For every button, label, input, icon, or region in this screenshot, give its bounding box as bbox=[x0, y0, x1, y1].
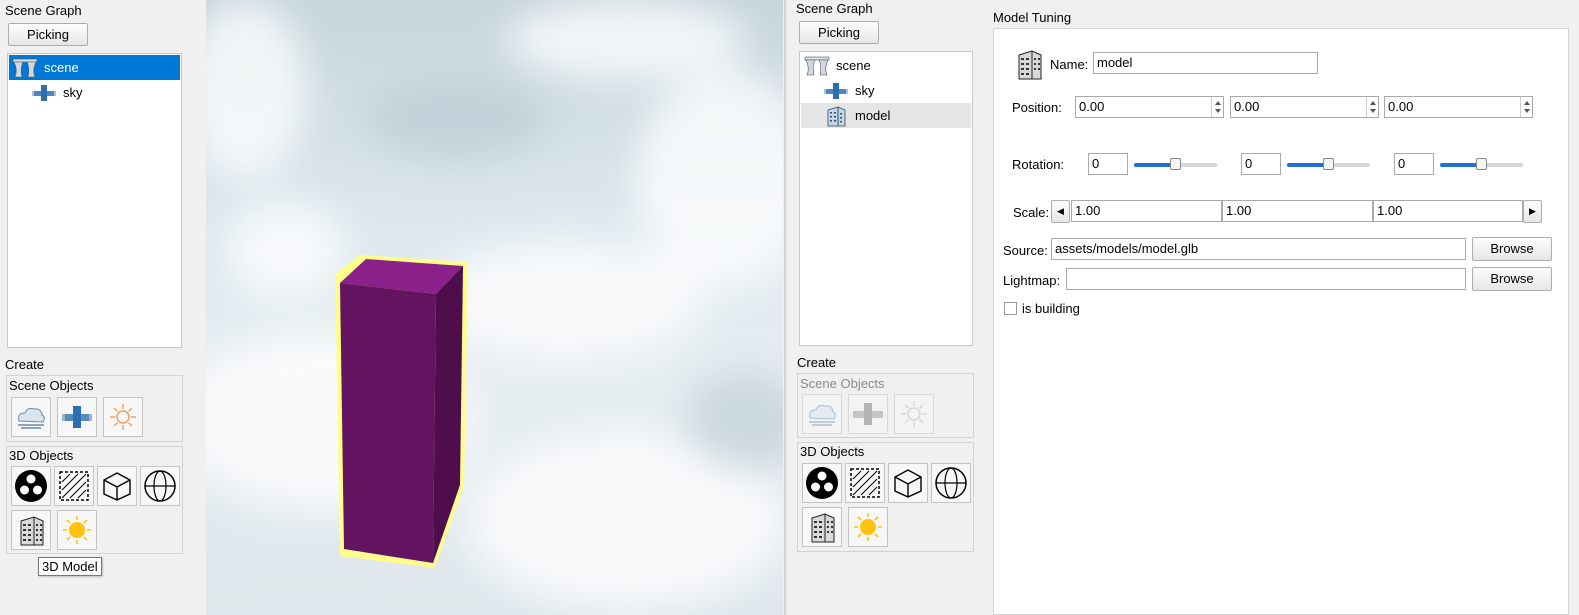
scene-tree[interactable]: scene sky bbox=[7, 53, 182, 348]
slider-fill bbox=[1440, 163, 1481, 167]
is-building-label: is building bbox=[1022, 301, 1080, 316]
tree-item-scene[interactable]: scene bbox=[9, 55, 180, 80]
sun-outline-icon[interactable] bbox=[103, 397, 143, 437]
picking-button[interactable]: Picking bbox=[8, 23, 88, 46]
scene-objects-group: Scene Objects bbox=[797, 373, 974, 438]
scene-tree[interactable]: scene sky model bbox=[799, 51, 973, 346]
tree-item-sky[interactable]: sky bbox=[9, 80, 180, 105]
create-title: Create bbox=[797, 355, 837, 370]
scale-y-field[interactable]: 1.00 bbox=[1222, 200, 1373, 222]
objects-3d-title: 3D Objects bbox=[800, 444, 865, 459]
tooltip-3d-model: 3D Model bbox=[38, 557, 102, 576]
curtain-icon bbox=[12, 58, 38, 78]
sphere-icon[interactable] bbox=[140, 466, 180, 506]
slider-handle[interactable] bbox=[1170, 158, 1181, 170]
building-icon[interactable] bbox=[802, 507, 842, 547]
slider-fill bbox=[1287, 163, 1328, 167]
lightmap-browse-button[interactable]: Browse bbox=[1472, 267, 1552, 291]
cube-icon[interactable] bbox=[888, 463, 928, 503]
lightmap-label: Lightmap: bbox=[1003, 273, 1061, 288]
particles-icon[interactable] bbox=[11, 466, 51, 506]
position-x-spinbox[interactable]: 0.00 bbox=[1075, 96, 1224, 118]
sky-icon bbox=[823, 81, 849, 101]
tree-item-model[interactable]: model bbox=[801, 103, 971, 128]
building-icon bbox=[1014, 47, 1044, 84]
light-icon[interactable] bbox=[57, 510, 97, 550]
scale-x-field[interactable]: 1.00 bbox=[1071, 200, 1222, 222]
slider-handle[interactable] bbox=[1323, 158, 1334, 170]
source-label: Source: bbox=[1003, 243, 1048, 258]
tree-item-label: sky bbox=[855, 83, 875, 98]
position-z-spinbox[interactable]: 0.00 bbox=[1384, 96, 1533, 118]
rotation-y-slider[interactable] bbox=[1287, 158, 1370, 170]
rotation-x-slider[interactable] bbox=[1134, 158, 1217, 170]
name-label: Name: bbox=[1050, 57, 1089, 72]
cross-sky-icon[interactable] bbox=[57, 397, 97, 437]
position-x-value: 0.00 bbox=[1079, 99, 1105, 114]
tree-item-scene[interactable]: scene bbox=[801, 53, 971, 78]
light-icon[interactable] bbox=[848, 507, 888, 547]
selected-box-model[interactable] bbox=[206, 0, 783, 615]
tree-item-label: sky bbox=[63, 85, 83, 100]
name-field[interactable]: model bbox=[1093, 52, 1318, 74]
rotation-y-field[interactable]: 0 bbox=[1241, 153, 1281, 175]
rotation-z-slider[interactable] bbox=[1440, 158, 1523, 170]
cube-icon[interactable] bbox=[97, 466, 137, 506]
scene-objects-title: Scene Objects bbox=[9, 378, 94, 393]
spin-arrows-icon[interactable] bbox=[1366, 97, 1378, 117]
tree-item-label: scene bbox=[836, 58, 871, 73]
spin-arrows-icon[interactable] bbox=[1211, 97, 1223, 117]
plane-icon[interactable] bbox=[54, 466, 94, 506]
scale-left-arrow-icon[interactable]: ◀ bbox=[1051, 200, 1070, 223]
source-field[interactable]: assets/models/model.glb bbox=[1051, 238, 1466, 260]
objects-3d-title: 3D Objects bbox=[9, 448, 74, 463]
position-y-spinbox[interactable]: 0.00 bbox=[1230, 96, 1379, 118]
scene-graph-title: Scene Graph bbox=[796, 1, 873, 16]
building-icon bbox=[823, 105, 849, 127]
tree-item-label: model bbox=[855, 108, 891, 123]
scene-objects-group: Scene Objects bbox=[6, 375, 183, 442]
splitter[interactable] bbox=[784, 0, 787, 615]
left-dock: Scene Graph Picking scene sky Create Sce… bbox=[0, 0, 196, 615]
tree-item-sky[interactable]: sky bbox=[801, 78, 971, 103]
sky-tile-icon bbox=[802, 394, 842, 434]
scale-label: Scale: bbox=[1013, 205, 1050, 220]
sun-outline-icon bbox=[894, 394, 934, 434]
spin-arrows-icon[interactable] bbox=[1520, 97, 1532, 117]
cross-sky-icon bbox=[848, 394, 888, 434]
position-label: Position: bbox=[1012, 100, 1062, 115]
particles-icon[interactable] bbox=[802, 463, 842, 503]
scene-graph-title: Scene Graph bbox=[5, 3, 82, 18]
slider-handle[interactable] bbox=[1476, 158, 1487, 170]
scene-objects-title: Scene Objects bbox=[800, 376, 885, 391]
create-title: Create bbox=[5, 357, 45, 372]
sky-tile-icon[interactable] bbox=[11, 397, 51, 437]
is-building-checkbox[interactable] bbox=[1004, 302, 1017, 315]
viewport[interactable] bbox=[206, 0, 783, 615]
position-z-value: 0.00 bbox=[1388, 99, 1414, 114]
sphere-icon[interactable] bbox=[931, 463, 971, 503]
picking-button[interactable]: Picking bbox=[799, 21, 879, 44]
right-dock: Scene Graph Picking scene sky model Crea… bbox=[788, 0, 988, 615]
slider-fill bbox=[1134, 163, 1175, 167]
lightmap-field[interactable] bbox=[1066, 268, 1466, 290]
scale-right-arrow-icon[interactable]: ▶ bbox=[1523, 200, 1542, 223]
position-y-value: 0.00 bbox=[1234, 99, 1260, 114]
source-browse-button[interactable]: Browse bbox=[1472, 237, 1552, 261]
building-icon[interactable] bbox=[11, 510, 51, 550]
model-tuning-title: Model Tuning bbox=[993, 10, 1072, 25]
rotation-z-field[interactable]: 0 bbox=[1394, 153, 1434, 175]
scale-z-field[interactable]: 1.00 bbox=[1373, 200, 1523, 222]
plane-icon[interactable] bbox=[845, 463, 885, 503]
curtain-icon bbox=[804, 56, 830, 76]
objects-3d-group: 3D Objects bbox=[6, 446, 183, 554]
rotation-label: Rotation: bbox=[1012, 157, 1065, 172]
rotation-x-field[interactable]: 0 bbox=[1088, 153, 1128, 175]
tree-item-label: scene bbox=[44, 60, 79, 75]
sky-icon bbox=[31, 83, 57, 103]
objects-3d-group: 3D Objects bbox=[797, 442, 974, 552]
model-tuning-panel: Name: model Position: 0.00 0.00 0.00 Rot… bbox=[993, 28, 1569, 615]
